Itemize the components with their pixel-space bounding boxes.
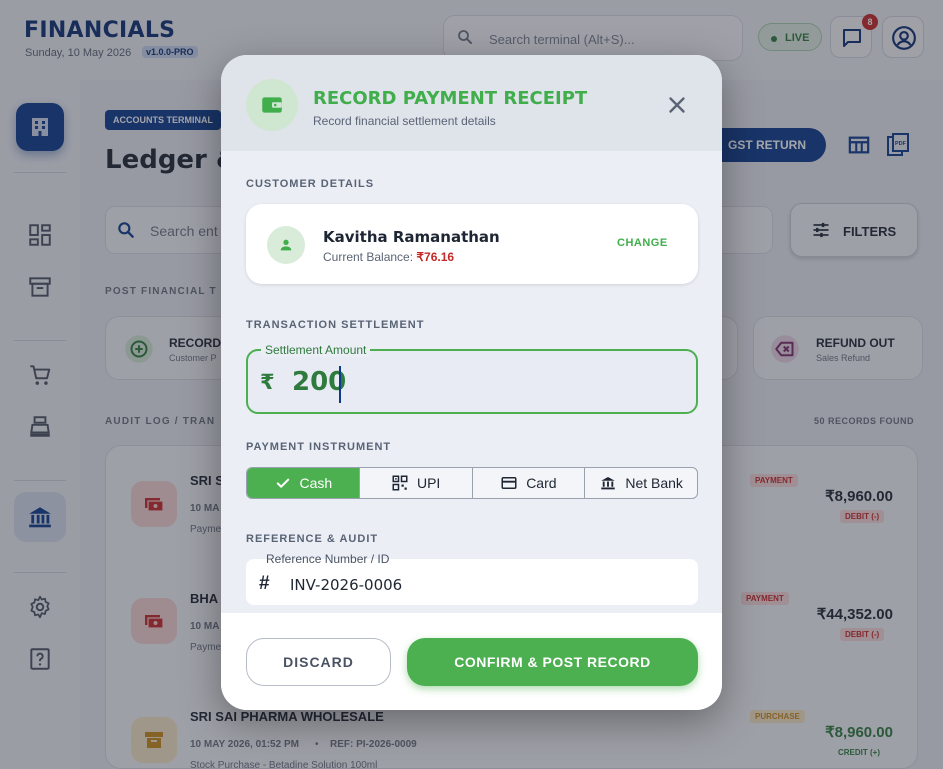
reference-section-label: REFERENCE & AUDIT — [246, 533, 379, 545]
credit-card-icon — [501, 477, 517, 489]
instrument-option-card[interactable]: Card — [473, 468, 586, 498]
balance-label: Current Balance: — [323, 250, 417, 264]
person-icon — [280, 239, 292, 251]
qr-code-icon — [392, 475, 408, 491]
instrument-label: Card — [526, 475, 557, 491]
instrument-option-net-bank[interactable]: Net Bank — [585, 468, 697, 498]
bank-icon — [601, 477, 616, 490]
payment-instrument-selector: Cash UPI Card Net Bank — [246, 467, 698, 499]
customer-card: Kavitha Ramanathan Current Balance: ₹76.… — [246, 204, 698, 284]
reference-number-label: Reference Number / ID — [266, 552, 390, 566]
change-customer-button[interactable]: CHANGE — [617, 237, 668, 249]
balance-value: ₹76.16 — [416, 250, 455, 264]
reference-number-value[interactable]: INV-2026-0006 — [290, 576, 402, 594]
payment-receipt-modal: RECORD PAYMENT RECEIPT Record financial … — [221, 55, 722, 710]
settlement-section-label: TRANSACTION SETTLEMENT — [246, 319, 425, 331]
instrument-label: Net Bank — [625, 475, 683, 491]
instrument-option-upi[interactable]: UPI — [360, 468, 473, 498]
settlement-amount-label: Settlement Amount — [261, 343, 371, 357]
instrument-label: Cash — [299, 475, 333, 491]
customer-section-label: CUSTOMER DETAILS — [246, 178, 375, 190]
currency-symbol: ₹ — [260, 370, 275, 394]
confirm-post-record-button[interactable]: CONFIRM & POST RECORD — [407, 638, 698, 686]
modal-subtitle: Record financial settlement details — [313, 114, 496, 128]
check-icon — [276, 478, 289, 488]
hash-icon: # — [259, 573, 270, 594]
customer-name: Kavitha Ramanathan — [323, 228, 500, 246]
text-cursor — [339, 366, 341, 403]
modal-icon-badge — [246, 79, 298, 131]
customer-balance: Current Balance: ₹76.16 — [323, 250, 454, 264]
modal-title: RECORD PAYMENT RECEIPT — [313, 88, 588, 109]
instrument-option-cash[interactable]: Cash — [247, 468, 360, 498]
wallet-icon — [262, 97, 282, 113]
close-icon[interactable] — [664, 92, 690, 118]
discard-button[interactable]: DISCARD — [246, 638, 391, 686]
instrument-section-label: PAYMENT INSTRUMENT — [246, 441, 392, 453]
instrument-label: UPI — [416, 475, 441, 491]
customer-avatar — [267, 226, 305, 264]
